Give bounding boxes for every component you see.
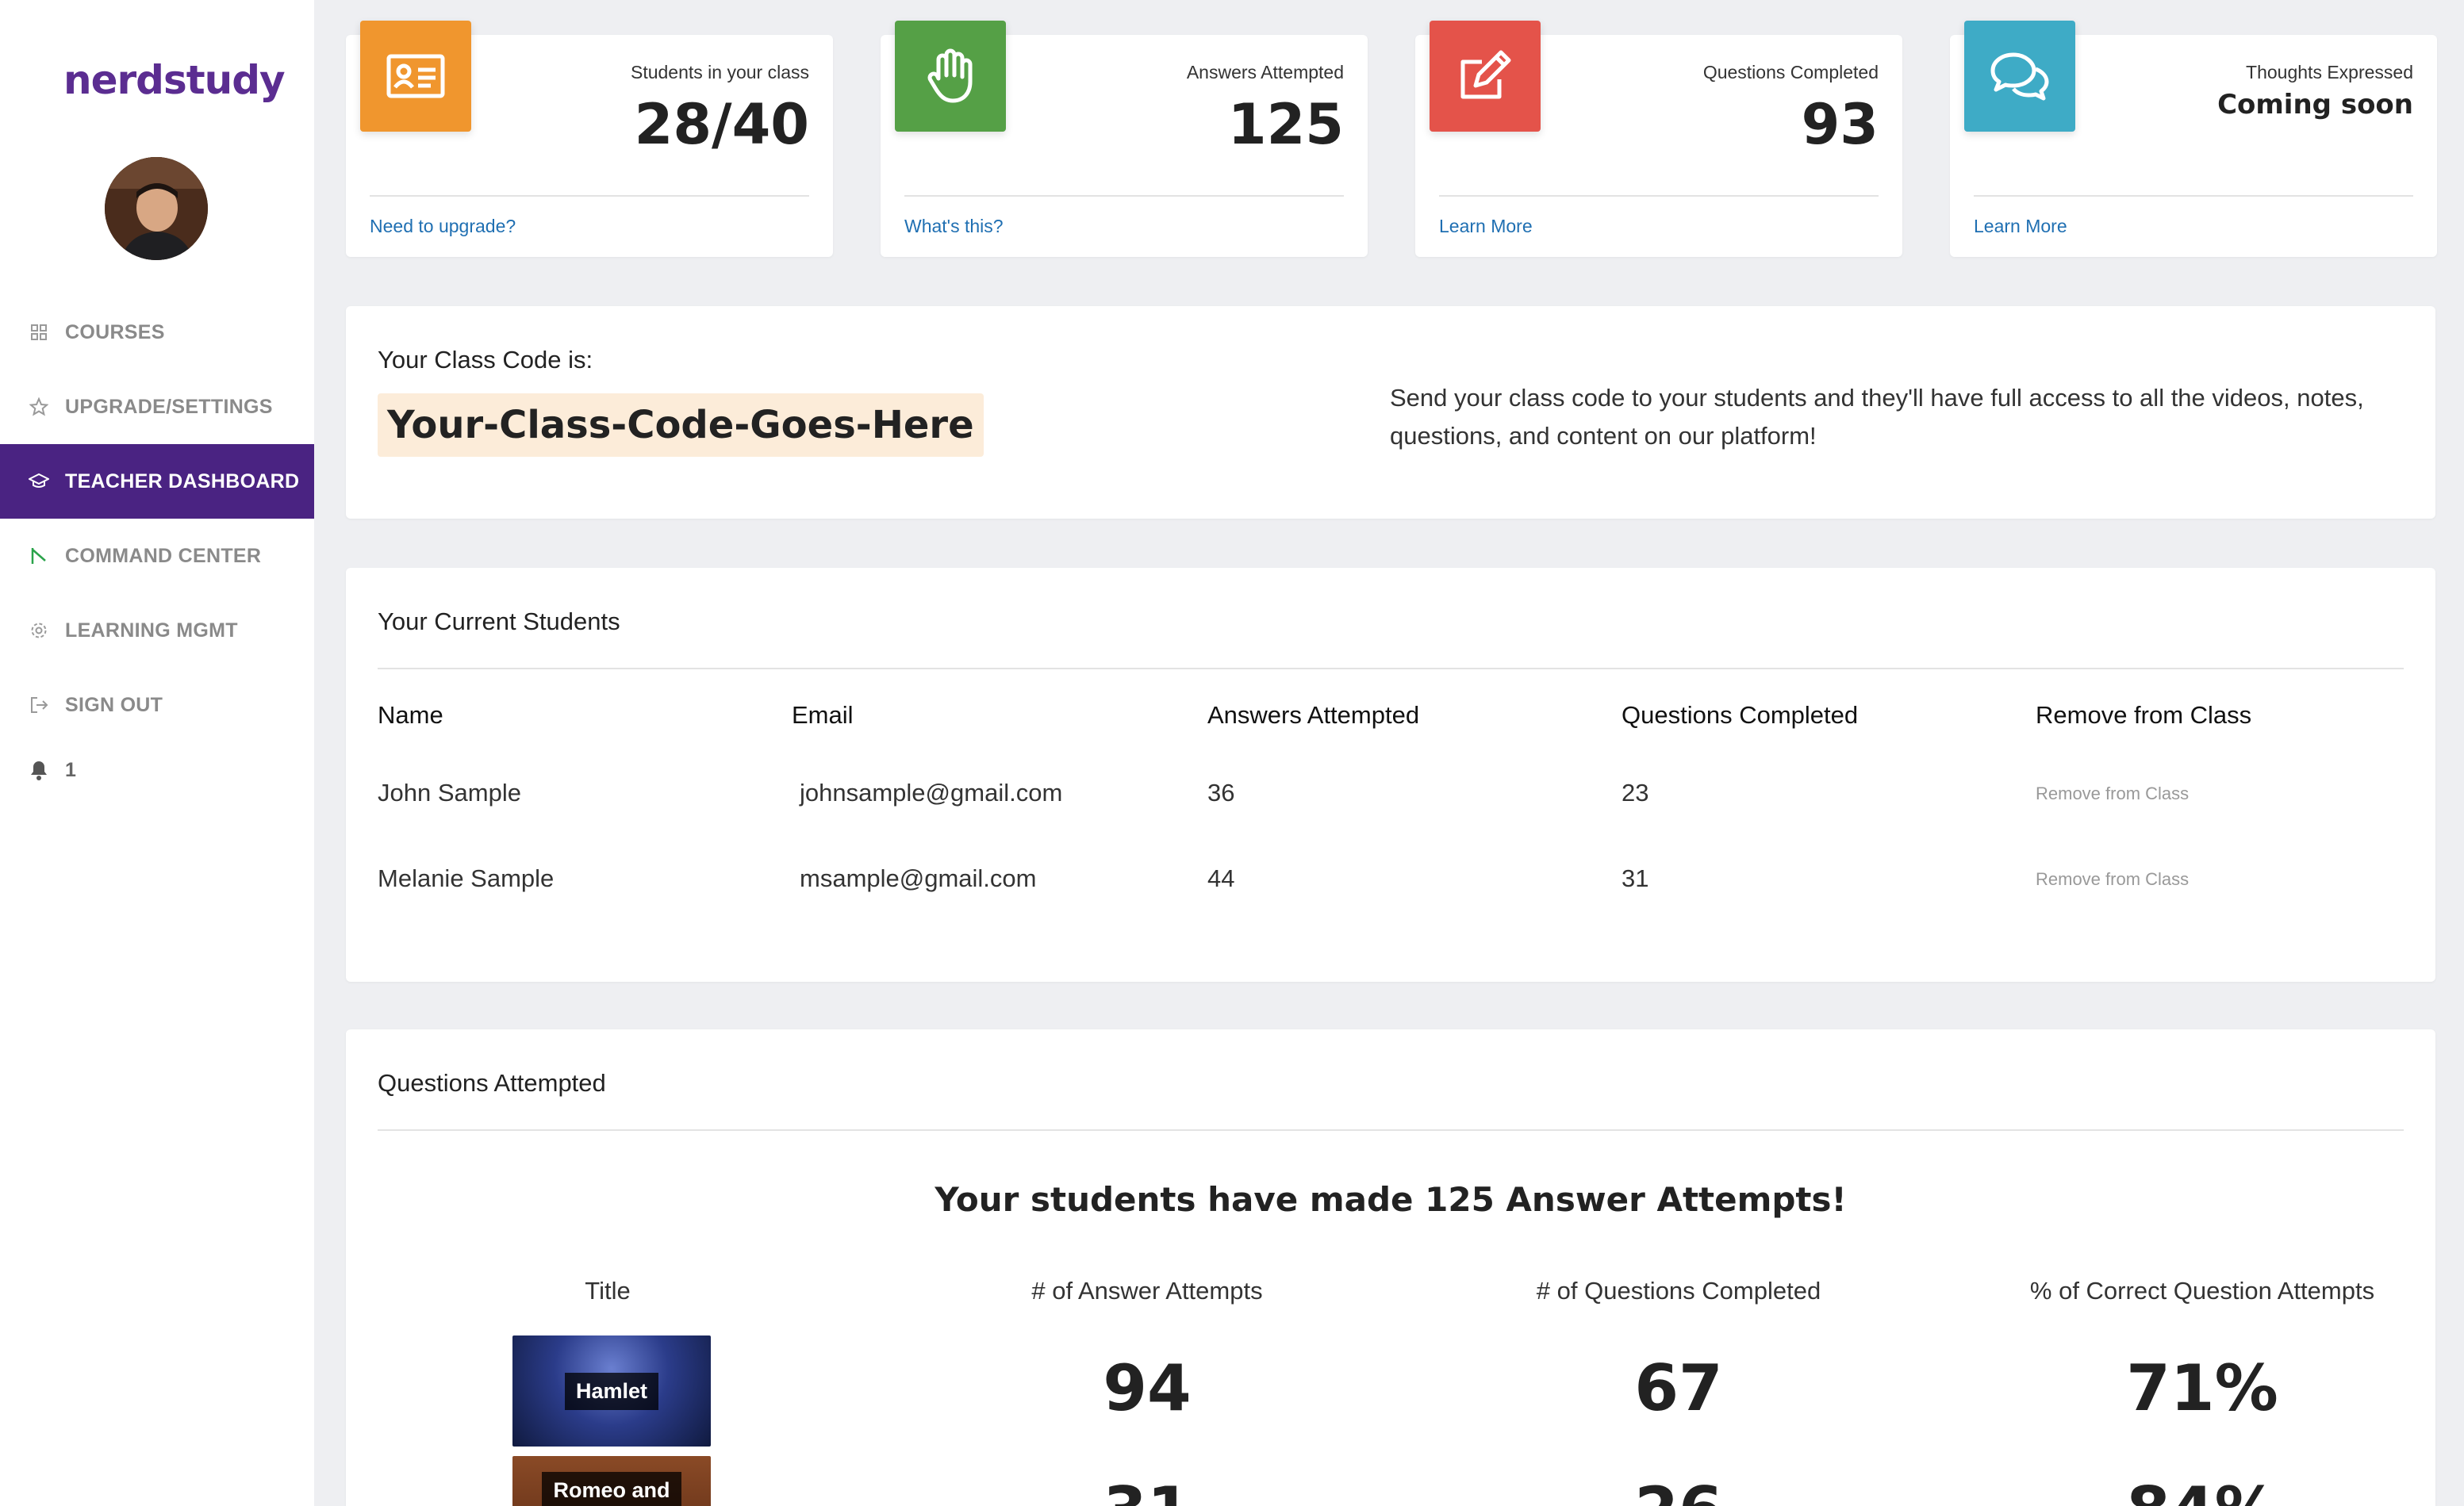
stat-card-questions: Questions Completed 93 Learn More <box>1415 21 1902 257</box>
hand-icon <box>895 21 1006 132</box>
whats-this-link[interactable]: What's this? <box>904 216 1004 237</box>
remove-from-class-button[interactable]: Remove from Class <box>2036 869 2189 890</box>
column-header-remove: Remove from Class <box>2036 701 2252 729</box>
sidebar-item-label: SIGN OUT <box>65 693 163 716</box>
students-title: Your Current Students <box>378 607 620 635</box>
sidebar-item-label: UPGRADE/SETTINGS <box>65 395 273 418</box>
answer-attempts-value: 31 <box>917 1473 1377 1506</box>
column-header-email: Email <box>792 701 854 729</box>
questions-title: Questions Attempted <box>378 1069 606 1097</box>
sidebar-item-label: TEACHER DASHBOARD <box>65 469 300 492</box>
stat-value: 28/40 <box>634 92 809 157</box>
id-card-icon <box>360 21 471 132</box>
column-header-attempts: # of Answer Attempts <box>1031 1277 1263 1305</box>
remove-from-class-button[interactable]: Remove from Class <box>2036 784 2189 804</box>
student-name: John Sample <box>378 779 521 807</box>
learn-more-link[interactable]: Learn More <box>1974 216 2067 237</box>
course-thumbnail[interactable]: Hamlet <box>512 1335 711 1447</box>
stat-card-students: Students in your class 28/40 Need to upg… <box>346 21 833 257</box>
notification-count: 1 <box>65 758 77 781</box>
course-thumbnail[interactable]: Romeo and <box>512 1456 711 1506</box>
divider <box>370 195 809 197</box>
questions-completed-value: 67 <box>1634 1351 1723 1425</box>
class-code-description: Send your class code to your students an… <box>1390 384 2364 450</box>
column-header-answers: Answers Attempted <box>1207 701 1420 729</box>
column-header-correct: % of Correct Question Attempts <box>2029 1277 2375 1305</box>
comments-icon <box>1964 21 2075 132</box>
sidebar-item-command-center[interactable]: COMMAND CENTER <box>0 519 314 593</box>
bell-icon <box>29 760 49 780</box>
divider <box>378 668 2404 669</box>
stat-card-answers: Answers Attempted 125 What's this? <box>881 21 1368 257</box>
stat-card-thoughts: Thoughts Expressed Coming soon Learn Mor… <box>1950 21 2437 257</box>
stat-value: Coming soon <box>2217 89 2413 121</box>
stat-label: Thoughts Expressed <box>2246 62 2413 82</box>
sidebar-item-learning-mgmt[interactable]: LEARNING MGMT <box>0 593 314 668</box>
student-completed: 31 <box>1622 864 1649 892</box>
questions-completed-value: 26 <box>1425 1473 1932 1506</box>
student-name: Melanie Sample <box>378 864 555 892</box>
upgrade-link[interactable]: Need to upgrade? <box>370 216 516 237</box>
stat-label: Answers Attempted <box>1186 62 1344 82</box>
sidebar-nav: COURSES UPGRADE/SETTINGS TEACHER DASHBOA… <box>0 295 314 798</box>
student-completed: 23 <box>1622 779 1649 807</box>
divider <box>1439 195 1879 197</box>
divider <box>378 1129 2404 1131</box>
stat-value: 93 <box>1801 92 1879 157</box>
questions-headline: Your students have made 125 Answer Attem… <box>935 1180 1847 1219</box>
student-answers: 36 <box>1207 779 1235 807</box>
stat-value: 125 <box>1227 92 1344 157</box>
nerdstudy-logo[interactable]: nerdstudy <box>63 57 286 103</box>
answer-attempts-value: 94 <box>1103 1351 1192 1425</box>
student-email: johnsample@gmail.com <box>800 779 1063 807</box>
divider <box>1974 195 2413 197</box>
class-code-card: Your Class Code is: Your-Class-Code-Goes… <box>346 306 2435 519</box>
class-code-title: Your Class Code is: <box>378 346 593 374</box>
edit-icon <box>1430 21 1541 132</box>
sidebar-item-label: COURSES <box>65 320 165 343</box>
sidebar: nerdstudy COURSES UPGRADE/SETTINGS TEACH… <box>0 0 314 1506</box>
column-header-title: Title <box>585 1277 631 1305</box>
student-answers: 44 <box>1207 864 1235 892</box>
grid-icon <box>29 322 49 343</box>
notifications[interactable]: 1 <box>0 742 314 798</box>
stat-label: Questions Completed <box>1702 62 1879 82</box>
sidebar-item-label: LEARNING MGMT <box>65 619 238 642</box>
sidebar-item-courses[interactable]: COURSES <box>0 295 314 370</box>
sidebar-item-teacher-dashboard[interactable]: TEACHER DASHBOARD <box>0 444 314 519</box>
cog-icon <box>29 620 49 641</box>
avatar[interactable] <box>105 157 208 260</box>
stat-label: Students in your class <box>630 62 809 82</box>
class-code-value[interactable]: Your-Class-Code-Goes-Here <box>378 393 984 457</box>
sidebar-item-upgrade-settings[interactable]: UPGRADE/SETTINGS <box>0 370 314 444</box>
sign-out-icon <box>29 695 49 715</box>
correct-percent-value: 71% <box>2126 1351 2278 1425</box>
sidebar-item-sign-out[interactable]: SIGN OUT <box>0 668 314 742</box>
graduation-cap-icon <box>29 471 49 492</box>
column-header-completed: Questions Completed <box>1622 701 1859 729</box>
divider <box>904 195 1344 197</box>
course-title: Hamlet <box>564 1372 659 1410</box>
learn-more-link[interactable]: Learn More <box>1439 216 1533 237</box>
star-icon <box>29 397 49 417</box>
column-header-completed: # of Questions Completed <box>1536 1277 1821 1305</box>
student-email: msample@gmail.com <box>800 864 1037 892</box>
correct-percent-value: 84% <box>1948 1473 2456 1506</box>
flag-icon <box>29 546 49 566</box>
course-title: Romeo and <box>542 1472 681 1506</box>
questions-attempted-card: Questions Attempted Your students have m… <box>346 1029 2435 1506</box>
sidebar-item-label: COMMAND CENTER <box>65 544 262 567</box>
column-header-name: Name <box>378 701 443 729</box>
students-card: Your Current Students Name Email Answers… <box>346 568 2435 982</box>
